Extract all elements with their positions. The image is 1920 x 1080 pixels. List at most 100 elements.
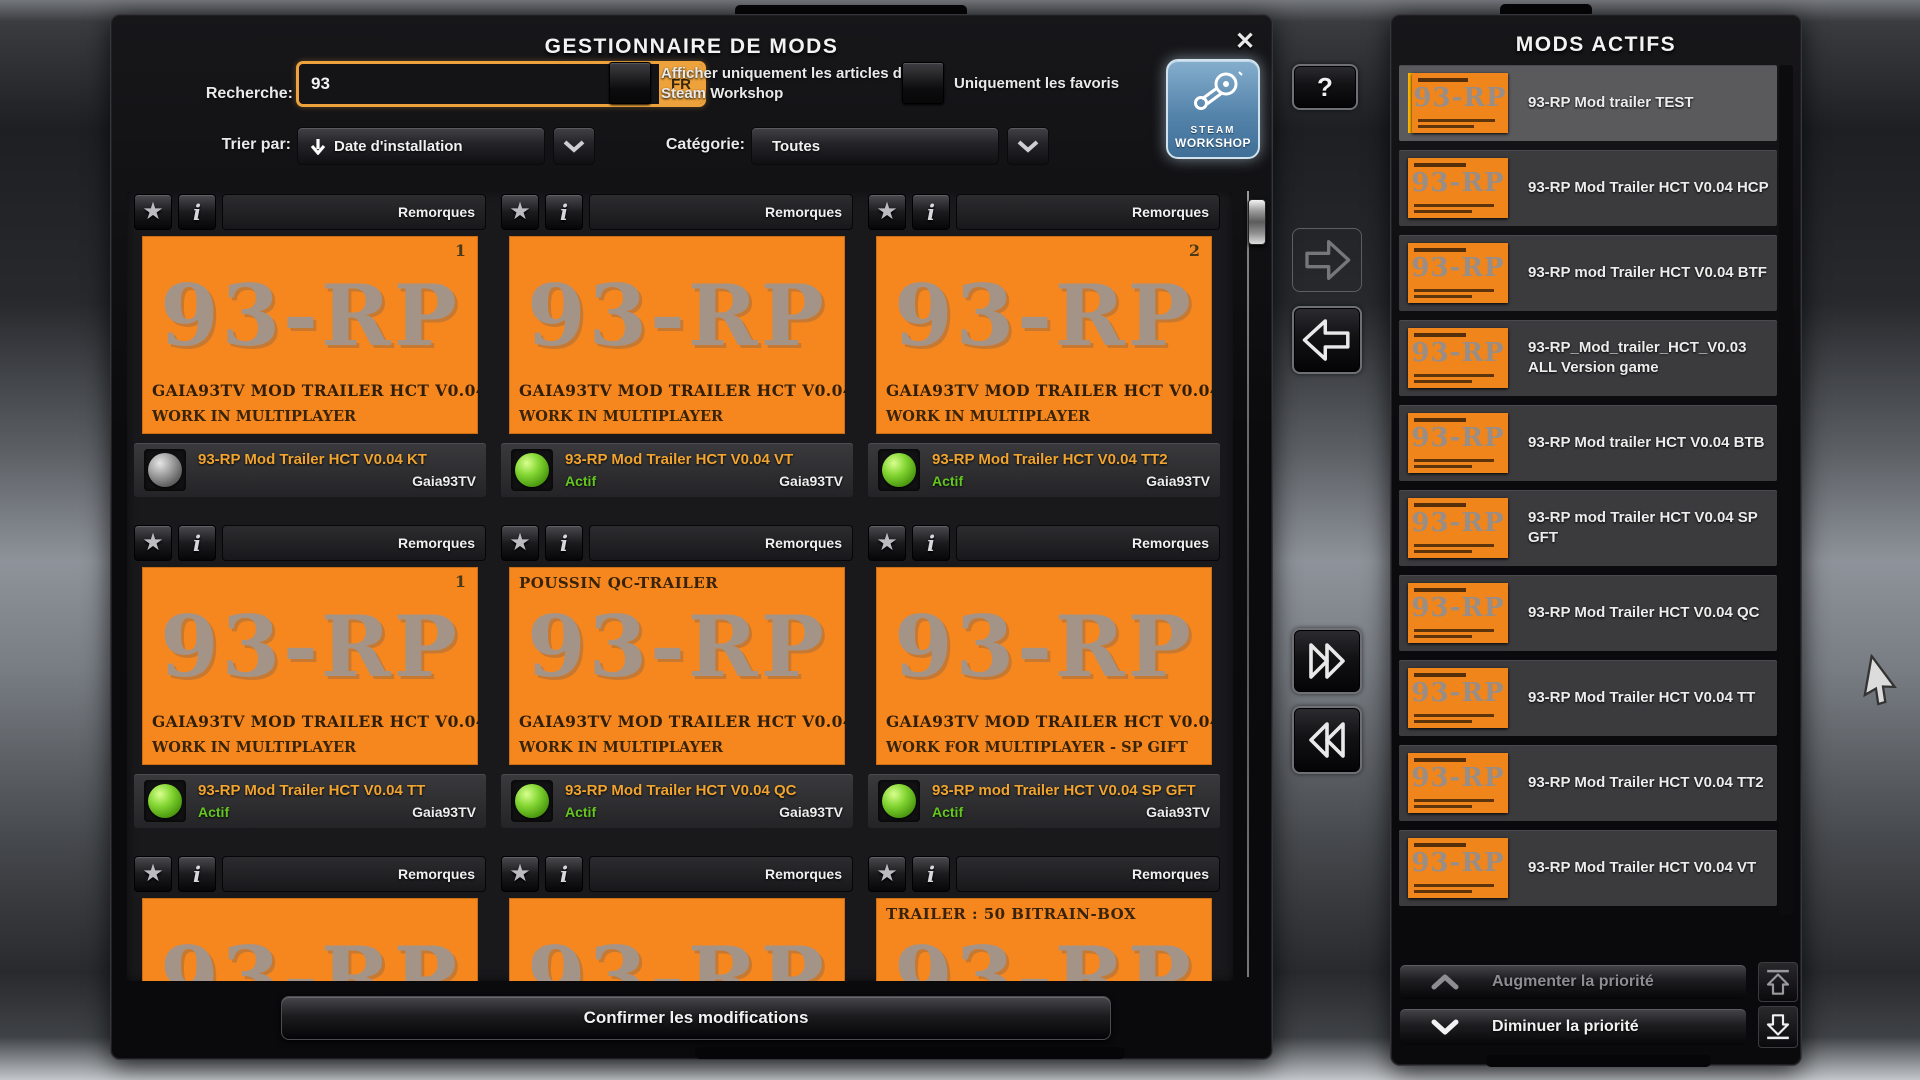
favorite-star-button[interactable]: ★ xyxy=(134,194,172,230)
mod-thumbnail[interactable]: 93-RP 1 GAIA93TV MOD TRAILER HCT V0.04 T… xyxy=(142,236,478,434)
active-mod-item[interactable]: 93-RP 93-RP Mod trailer HCT V0.04 BTB xyxy=(1399,405,1777,481)
mod-card-header: ★ i Remorques xyxy=(134,856,486,892)
status-orb-box xyxy=(511,780,553,822)
mod-info-button[interactable]: i xyxy=(545,856,583,892)
mod-category-badge: Remorques xyxy=(222,856,486,892)
active-mod-name: 93-RP Mod Trailer HCT V0.04 VT xyxy=(1528,858,1756,878)
active-mod-item[interactable]: 93-RP 93-RP Mod trailer TEST xyxy=(1399,65,1777,141)
star-icon: ★ xyxy=(142,531,164,555)
mod-info-button[interactable]: i xyxy=(178,856,216,892)
scrollbar-track[interactable] xyxy=(1247,201,1249,977)
mod-brand-text: 93-RP xyxy=(876,928,1212,981)
favorite-star-button[interactable]: ★ xyxy=(868,856,906,892)
fast-forward-button[interactable] xyxy=(1292,628,1362,694)
move-to-top-button[interactable] xyxy=(1758,962,1798,1002)
mod-author: Gaia93TV xyxy=(1146,473,1210,489)
mod-status-text: 93-RP Mod Trailer HCT V0.04 VT Actif Gai… xyxy=(565,449,843,491)
sort-direction-icon xyxy=(310,137,326,155)
active-mod-name: 93-RP Mod Trailer HCT V0.04 TT2 xyxy=(1528,773,1764,793)
mod-thumbnail[interactable]: 93-RP 1 GAIA93TV MOD TRAILER HCT V0.04 T… xyxy=(142,567,478,765)
favorite-star-button[interactable]: ★ xyxy=(134,856,172,892)
thumb-brand-text: 93-RP xyxy=(1408,848,1508,878)
active-list-scroll-track[interactable] xyxy=(1779,65,1793,915)
mod-status-row[interactable]: 93-RP Mod Trailer HCT V0.04 KT Gaia93TV xyxy=(134,443,486,497)
active-mod-item[interactable]: 93-RP 93-RP mod Trailer HCT V0.04 SP GFT xyxy=(1399,490,1777,566)
decrease-priority-button[interactable]: Diminuer la priorité xyxy=(1399,1008,1747,1046)
category-open-button[interactable] xyxy=(1007,127,1049,165)
mod-image-caption2: WORK FOR MULTIPLAYER - SP GIFT xyxy=(886,739,1188,756)
info-icon: i xyxy=(927,533,935,554)
active-mod-item[interactable]: 93-RP 93-RP Mod Trailer HCT V0.04 QC xyxy=(1399,575,1777,651)
mod-status-row[interactable]: 93-RP Mod Trailer HCT V0.04 QC Actif Gai… xyxy=(501,774,853,828)
mod-info-button[interactable]: i xyxy=(545,525,583,561)
mod-thumbnail[interactable]: 93-RP GAIA93TV MOD TRAILER HCT V0.04 VT … xyxy=(509,236,845,434)
search-input[interactable] xyxy=(299,64,659,104)
thumb-caption-bar xyxy=(1414,720,1472,723)
mod-info-button[interactable]: i xyxy=(545,194,583,230)
mod-author: Gaia93TV xyxy=(412,804,476,820)
mod-thumbnail[interactable]: 93-RP GAIA93TV MOD TRAILER HCT V0.04SP W… xyxy=(876,567,1212,765)
thumb-topline xyxy=(1414,163,1466,167)
close-button[interactable]: ✕ xyxy=(1230,27,1260,57)
thumb-caption-bar xyxy=(1418,119,1495,122)
mod-info-button[interactable]: i xyxy=(912,525,950,561)
favorite-star-button[interactable]: ★ xyxy=(868,194,906,230)
move-right-button[interactable] xyxy=(1292,228,1362,292)
mod-card-header: ★ i Remorques xyxy=(868,856,1220,892)
favorite-star-button[interactable]: ★ xyxy=(868,525,906,561)
rewind-button[interactable] xyxy=(1292,706,1362,774)
mod-thumbnail[interactable]: 93-RP xyxy=(509,898,845,981)
thumb-caption-bar xyxy=(1414,805,1472,808)
arrow-to-top-icon xyxy=(1763,966,1793,998)
active-mod-item[interactable]: 93-RP 93-RP Mod Trailer HCT V0.04 VT xyxy=(1399,830,1777,906)
mod-status-row[interactable]: 93-RP Mod Trailer HCT V0.04 VT Actif Gai… xyxy=(501,443,853,497)
mod-subline: Actif Gaia93TV xyxy=(932,804,1210,820)
mod-info-button[interactable]: i xyxy=(912,194,950,230)
mod-category-badge: Remorques xyxy=(956,856,1220,892)
category-dropdown[interactable]: Toutes xyxy=(751,127,999,165)
steam-workshop-button[interactable]: STEAM WORKSHOP xyxy=(1166,59,1260,159)
mod-thumbnail[interactable]: 93-RP POUSSIN QC-TRAILER GAIA93TV MOD TR… xyxy=(509,567,845,765)
info-icon: i xyxy=(193,533,201,554)
sort-open-button[interactable] xyxy=(553,127,595,165)
mod-status-row[interactable]: 93-RP Mod Trailer HCT V0.04 TT Actif Gai… xyxy=(134,774,486,828)
move-to-bottom-button[interactable] xyxy=(1758,1006,1798,1048)
mod-thumbnail[interactable]: 93-RP 2 GAIA93TV MOD TRAILER HCT V0.04 T… xyxy=(876,236,1212,434)
active-mod-name: 93-RP Mod trailer HCT V0.04 BTB xyxy=(1528,433,1764,453)
increase-priority-label: Augmenter la priorité xyxy=(1492,973,1654,991)
workshop-only-checkbox[interactable] xyxy=(609,62,651,104)
increase-priority-button[interactable]: Augmenter la priorité xyxy=(1399,964,1747,1000)
favorite-star-button[interactable]: ★ xyxy=(134,525,172,561)
mod-status-row[interactable]: 93-RP mod Trailer HCT V0.04 SP GFT Actif… xyxy=(868,774,1220,828)
favorite-star-button[interactable]: ★ xyxy=(501,194,539,230)
favorites-only-checkbox[interactable] xyxy=(902,62,944,104)
scrollbar-thumb[interactable] xyxy=(1248,199,1266,245)
favorite-star-button[interactable]: ★ xyxy=(501,856,539,892)
status-badge: Actif xyxy=(565,804,596,820)
chevron-down-icon xyxy=(1016,139,1040,153)
chevron-up-icon xyxy=(1430,974,1460,990)
help-button[interactable]: ? xyxy=(1292,64,1358,110)
mod-name: 93-RP Mod Trailer HCT V0.04 QC xyxy=(565,782,843,799)
favorite-star-button[interactable]: ★ xyxy=(501,525,539,561)
mod-info-button[interactable]: i xyxy=(912,856,950,892)
category-value: Toutes xyxy=(772,138,820,155)
sort-dropdown[interactable]: Date d'installation xyxy=(297,127,545,165)
move-left-button[interactable] xyxy=(1292,306,1362,374)
active-mod-item[interactable]: 93-RP 93-RP Mod Trailer HCT V0.04 TT2 xyxy=(1399,745,1777,821)
mod-info-button[interactable]: i xyxy=(178,525,216,561)
grid-scrollbar[interactable] xyxy=(1239,191,1257,981)
active-mod-item[interactable]: 93-RP 93-RP mod Trailer HCT V0.04 BTF xyxy=(1399,235,1777,311)
mod-status-row[interactable]: 93-RP Mod Trailer HCT V0.04 TT2 Actif Ga… xyxy=(868,443,1220,497)
active-mod-item[interactable]: 93-RP 93-RP Mod Trailer HCT V0.04 TT xyxy=(1399,660,1777,736)
mod-info-button[interactable]: i xyxy=(178,194,216,230)
confirm-changes-button[interactable]: Confirmer les modifications xyxy=(281,996,1111,1040)
active-mod-item[interactable]: 93-RP 93-RP Mod Trailer HCT V0.04 HCP xyxy=(1399,150,1777,226)
active-mod-item[interactable]: 93-RP 93-RP_Mod_trailer_HCT_V0.03 ALL Ve… xyxy=(1399,320,1777,396)
status-orb-icon xyxy=(148,453,182,487)
mod-card-header: ★ i Remorques xyxy=(501,525,853,561)
mod-thumbnail[interactable]: 93-RP xyxy=(142,898,478,981)
mod-brand-text: 93-RP xyxy=(142,928,478,981)
mod-image-caption2: WORK IN MULTIPLAYER xyxy=(886,408,1090,425)
mod-thumbnail[interactable]: 93-RP TRAILER : 50 BITRAIN-BOX xyxy=(876,898,1212,981)
